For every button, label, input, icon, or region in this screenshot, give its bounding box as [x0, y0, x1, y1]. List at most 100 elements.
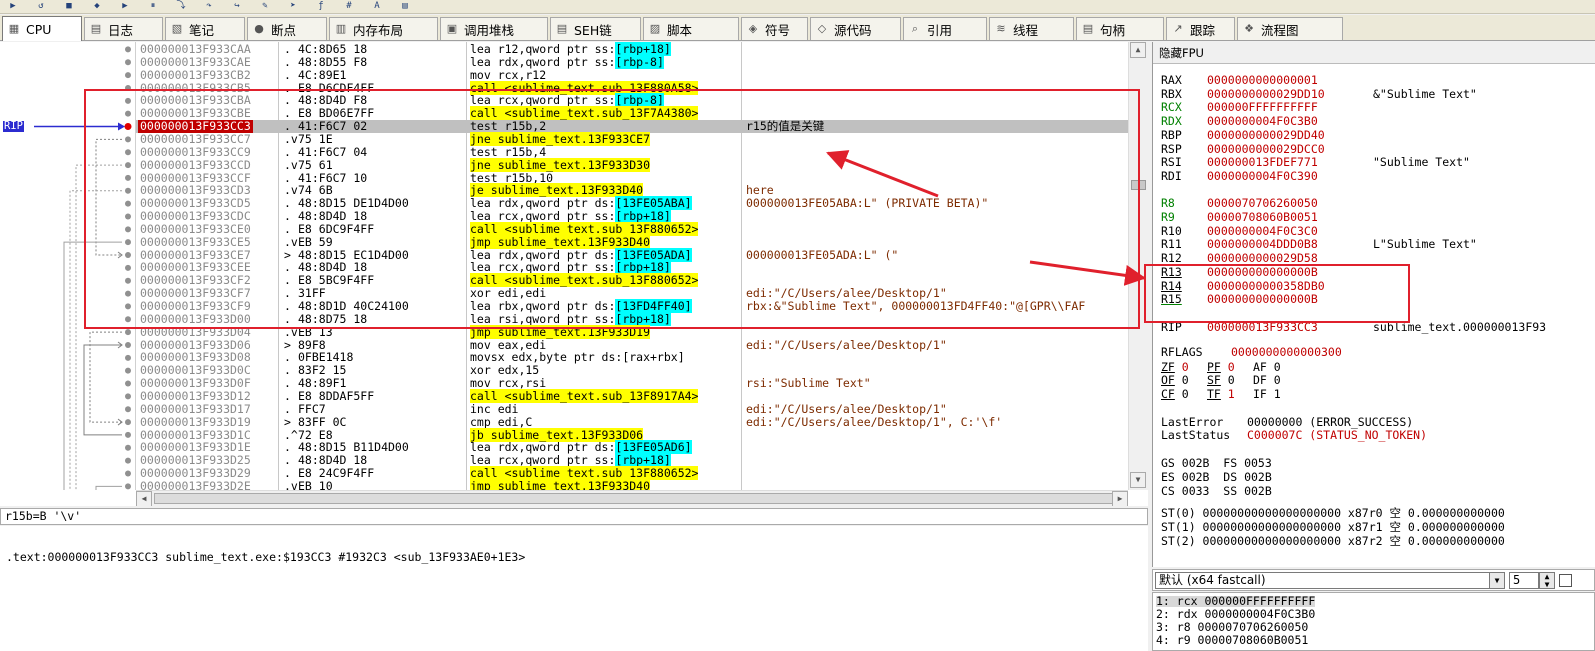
disasm-row[interactable]: 000000013F933CE5 .v EB 59 jmp sublime_text.…	[136, 234, 1128, 249]
disasm-row[interactable]: 000000013F933CC3. 41:F6C7 02 test r15b,2 r1…	[136, 120, 1128, 133]
flag[interactable]: ZF 0	[1161, 360, 1207, 375]
tab-8[interactable]: ▨ 脚本	[643, 17, 739, 40]
instruction-comment[interactable]: r15的值是关键	[746, 120, 824, 133]
register-row[interactable]: R14 00000000000358DB0	[1161, 279, 1325, 294]
register-value[interactable]: 0000000004F0C390	[1207, 169, 1318, 183]
scroll-left-button[interactable]: ◀	[136, 491, 152, 506]
register-row[interactable]: RAX 0000000000000001	[1161, 73, 1318, 88]
register-value[interactable]: 000000013FDEF771	[1207, 155, 1318, 169]
tab-5[interactable]: ▥ 内存布局	[329, 17, 438, 40]
font-icon[interactable]: A	[370, 1, 384, 12]
disasm-row[interactable]: 000000013F933CDC. 48:8D4D 18 lea rcx,qword…	[136, 209, 1128, 224]
register-value[interactable]: 000000000000000B	[1207, 265, 1318, 279]
last-status-value[interactable]: C000007C (STATUS_NO_TOKEN)	[1247, 428, 1427, 443]
run-icon[interactable]: ◆	[90, 1, 104, 12]
scroll-right-button[interactable]: ▶	[1112, 491, 1128, 506]
instruction-address[interactable]: 000000013F933D2E	[140, 480, 251, 490]
instruction-text[interactable]: jmp sublime_text.13F933D40	[470, 478, 651, 490]
register-row[interactable]: RSI 000000013FDEF771 "Sublime Text"	[1161, 155, 1470, 170]
register-value[interactable]: 0000000004F0C3C0	[1207, 224, 1318, 238]
fpu-register-row[interactable]: ST(1) 00000000000000000000 x87r1 空 0.000…	[1161, 520, 1505, 535]
register-row[interactable]: R9 00000708060B0051	[1161, 210, 1318, 225]
flag[interactable]: TF 1	[1207, 387, 1253, 402]
flag[interactable]: AF 0	[1253, 360, 1293, 375]
segment-registers-row[interactable]: CS 0033 SS 002B	[1161, 484, 1272, 499]
instruction-address[interactable]: 000000013F933CAE	[140, 55, 251, 69]
instruction-address[interactable]: 000000013F933CDC	[140, 210, 251, 223]
instruction-comment[interactable]: edi:"/C/Users/alee/Desktop/1"	[746, 402, 947, 416]
instruction-text[interactable]: test r15b,4	[470, 145, 546, 159]
register-row[interactable]: RBP 0000000000029DD40	[1161, 128, 1325, 143]
last-error-value[interactable]: 00000000 (ERROR_SUCCESS)	[1247, 415, 1413, 429]
tab-6[interactable]: ▣ 调用堆栈	[440, 17, 548, 40]
register-row[interactable]: RDI 0000000004F0C390	[1161, 169, 1318, 184]
lock-checkbox[interactable]	[1559, 574, 1572, 587]
segment-registers-row[interactable]: GS 002B FS 0053	[1161, 456, 1272, 471]
register-row[interactable]: R8 0000070706260050	[1161, 196, 1318, 211]
flag[interactable]: CF 0	[1161, 387, 1207, 402]
rflags-row[interactable]: RFLAGS 0000000000000300	[1161, 345, 1342, 360]
instruction-address[interactable]: 000000013F933CE5	[140, 235, 251, 249]
open-icon[interactable]: ▶	[6, 1, 20, 12]
argument-row[interactable]: 3: r8 0000070706260050	[1156, 621, 1308, 633]
flag[interactable]: OF 0	[1161, 374, 1207, 388]
disassembly-rows[interactable]: 000000013F933CAA. 4C:8D65 18 lea r12,qword…	[136, 42, 1128, 490]
register-value[interactable]: 0000000004DDD0B8	[1207, 237, 1318, 252]
scroll-thumb[interactable]	[1131, 180, 1146, 190]
instruction-comment[interactable]: 000000013FE05ADA:L" ("	[746, 248, 898, 262]
disasm-row[interactable]: 000000013F933D12. E8 8DDAF5FF call <sublim…	[136, 388, 1128, 403]
instruction-address[interactable]: 000000013F933D00	[140, 312, 251, 326]
flag[interactable]: SF 0	[1207, 374, 1253, 388]
fpu-register-row[interactable]: ST(2) 00000000000000000000 x87r2 空 0.000…	[1161, 534, 1505, 549]
register-value[interactable]: 0000000000029D58	[1207, 251, 1318, 265]
tab-11[interactable]: ⌕ 引用	[903, 17, 987, 40]
instruction-address[interactable]: 000000013F933CC9	[140, 145, 251, 159]
menu-icon[interactable]: ▤	[398, 1, 412, 12]
register-value[interactable]: 0000000000000001	[1207, 73, 1318, 87]
function-icon[interactable]: ƒ	[314, 1, 328, 12]
tab-1[interactable]: ▦ CPU	[2, 16, 82, 41]
instruction-address[interactable]: 000000013F933CC3	[138, 120, 253, 133]
register-row[interactable]: R10 0000000004F0C3C0	[1161, 224, 1318, 239]
register-value[interactable]: 000000000000000B	[1207, 292, 1318, 306]
flag[interactable]: IF 1	[1253, 387, 1293, 402]
tab-14[interactable]: ↗ 跟踪	[1166, 17, 1235, 40]
register-value[interactable]: 00000000000358DB0	[1207, 279, 1325, 293]
register-value[interactable]: 0000070706260050	[1207, 196, 1318, 210]
tab-9[interactable]: ◈ 符号	[741, 17, 808, 40]
disasm-row[interactable]: 000000013F933CF9. 48:8D1D 40C24100 lea rbx…	[136, 299, 1128, 313]
register-value[interactable]: 0000000000029DD10	[1207, 87, 1325, 101]
step-out-icon[interactable]: ↪	[230, 1, 244, 12]
tab-2[interactable]: ▤ 日志	[84, 17, 163, 40]
step-over-icon[interactable]: ↷	[202, 1, 216, 12]
register-value[interactable]: 00000708060B0051	[1207, 210, 1318, 224]
arg-count-spinner[interactable]: ▲ ▼	[1539, 572, 1555, 589]
register-row[interactable]: R13 000000000000000B	[1161, 265, 1318, 280]
register-row[interactable]: R11 0000000004DDD0B8 L"Sublime Text"	[1161, 237, 1477, 252]
registers-panel[interactable]: 隐藏FPU RAX 0000000000000001 RBX 000000000002…	[1152, 42, 1595, 567]
disasm-row[interactable]: 000000013F933CB2. 4C:89E1 mov rcx,r12	[136, 68, 1128, 82]
disasm-vertical-scrollbar[interactable]: ▲ ▼	[1128, 42, 1148, 490]
register-row[interactable]: RDX 0000000004F0C3B0	[1161, 114, 1318, 129]
instruction-address[interactable]: 000000013F933CB2	[140, 68, 251, 82]
hide-fpu-toggle[interactable]: 隐藏FPU	[1153, 42, 1595, 64]
chevron-down-icon[interactable]: ▼	[1489, 572, 1505, 589]
disasm-row[interactable]: 000000013F933CCD .v 75 61 jne sublime_text.…	[136, 157, 1128, 172]
calling-convention-select[interactable]: 默认 (x64 fastcall)	[1155, 572, 1505, 589]
register-value[interactable]: 0000000004F0C3B0	[1207, 114, 1318, 128]
instruction-address[interactable]: 000000013F933CCD	[140, 158, 251, 172]
instruction-text[interactable]: mov rcx,r12	[470, 68, 546, 82]
instruction-address[interactable]: 000000013F933D17	[140, 402, 251, 416]
fpu-register-row[interactable]: ST(0) 00000000000000000000 x87r0 空 0.000…	[1161, 507, 1505, 521]
instruction-comment[interactable]: rsi:"Sublime Text"	[746, 377, 871, 390]
instruction-address[interactable]: 000000013F933D19	[140, 415, 251, 429]
disassembly-view[interactable]: RIP 000000013F933CAA. 4C:8D65 18 lea r12,q…	[0, 42, 1148, 506]
argument-row[interactable]: 2: rdx 0000000004F0C3B0	[1156, 608, 1315, 620]
instruction-comment[interactable]: 000000013FE05ABA:L" (PRIVATE BETA)"	[746, 197, 988, 210]
argument-row[interactable]: 1: rcx 000000FFFFFFFFFF	[1156, 595, 1316, 607]
instruction-address[interactable]: 000000013F933CC7	[140, 133, 251, 146]
edit-icon[interactable]: ✎	[258, 1, 272, 12]
register-row[interactable]: R12 0000000000029D58	[1161, 251, 1318, 266]
disasm-row[interactable]: 000000013F933D17. FFC7 inc edi edi:"/C/User…	[136, 402, 1128, 416]
tab-10[interactable]: ◇ 源代码	[810, 17, 901, 40]
